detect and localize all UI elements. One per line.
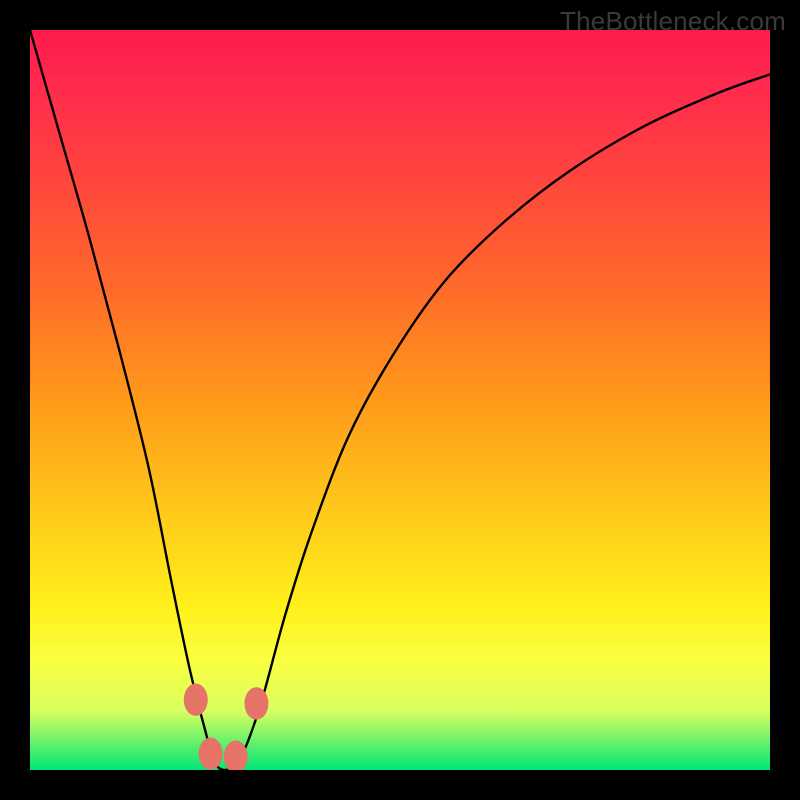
curve-markers-group: [184, 684, 269, 771]
curve-marker-1: [199, 738, 223, 770]
watermark-text: TheBottleneck.com: [560, 6, 786, 37]
curve-marker-0: [184, 684, 208, 716]
bottleneck-curve-path: [30, 30, 770, 770]
bottleneck-curve-svg: [30, 30, 770, 770]
chart-frame: [30, 30, 770, 770]
curve-marker-3: [244, 687, 268, 719]
curve-marker-2: [224, 740, 248, 770]
